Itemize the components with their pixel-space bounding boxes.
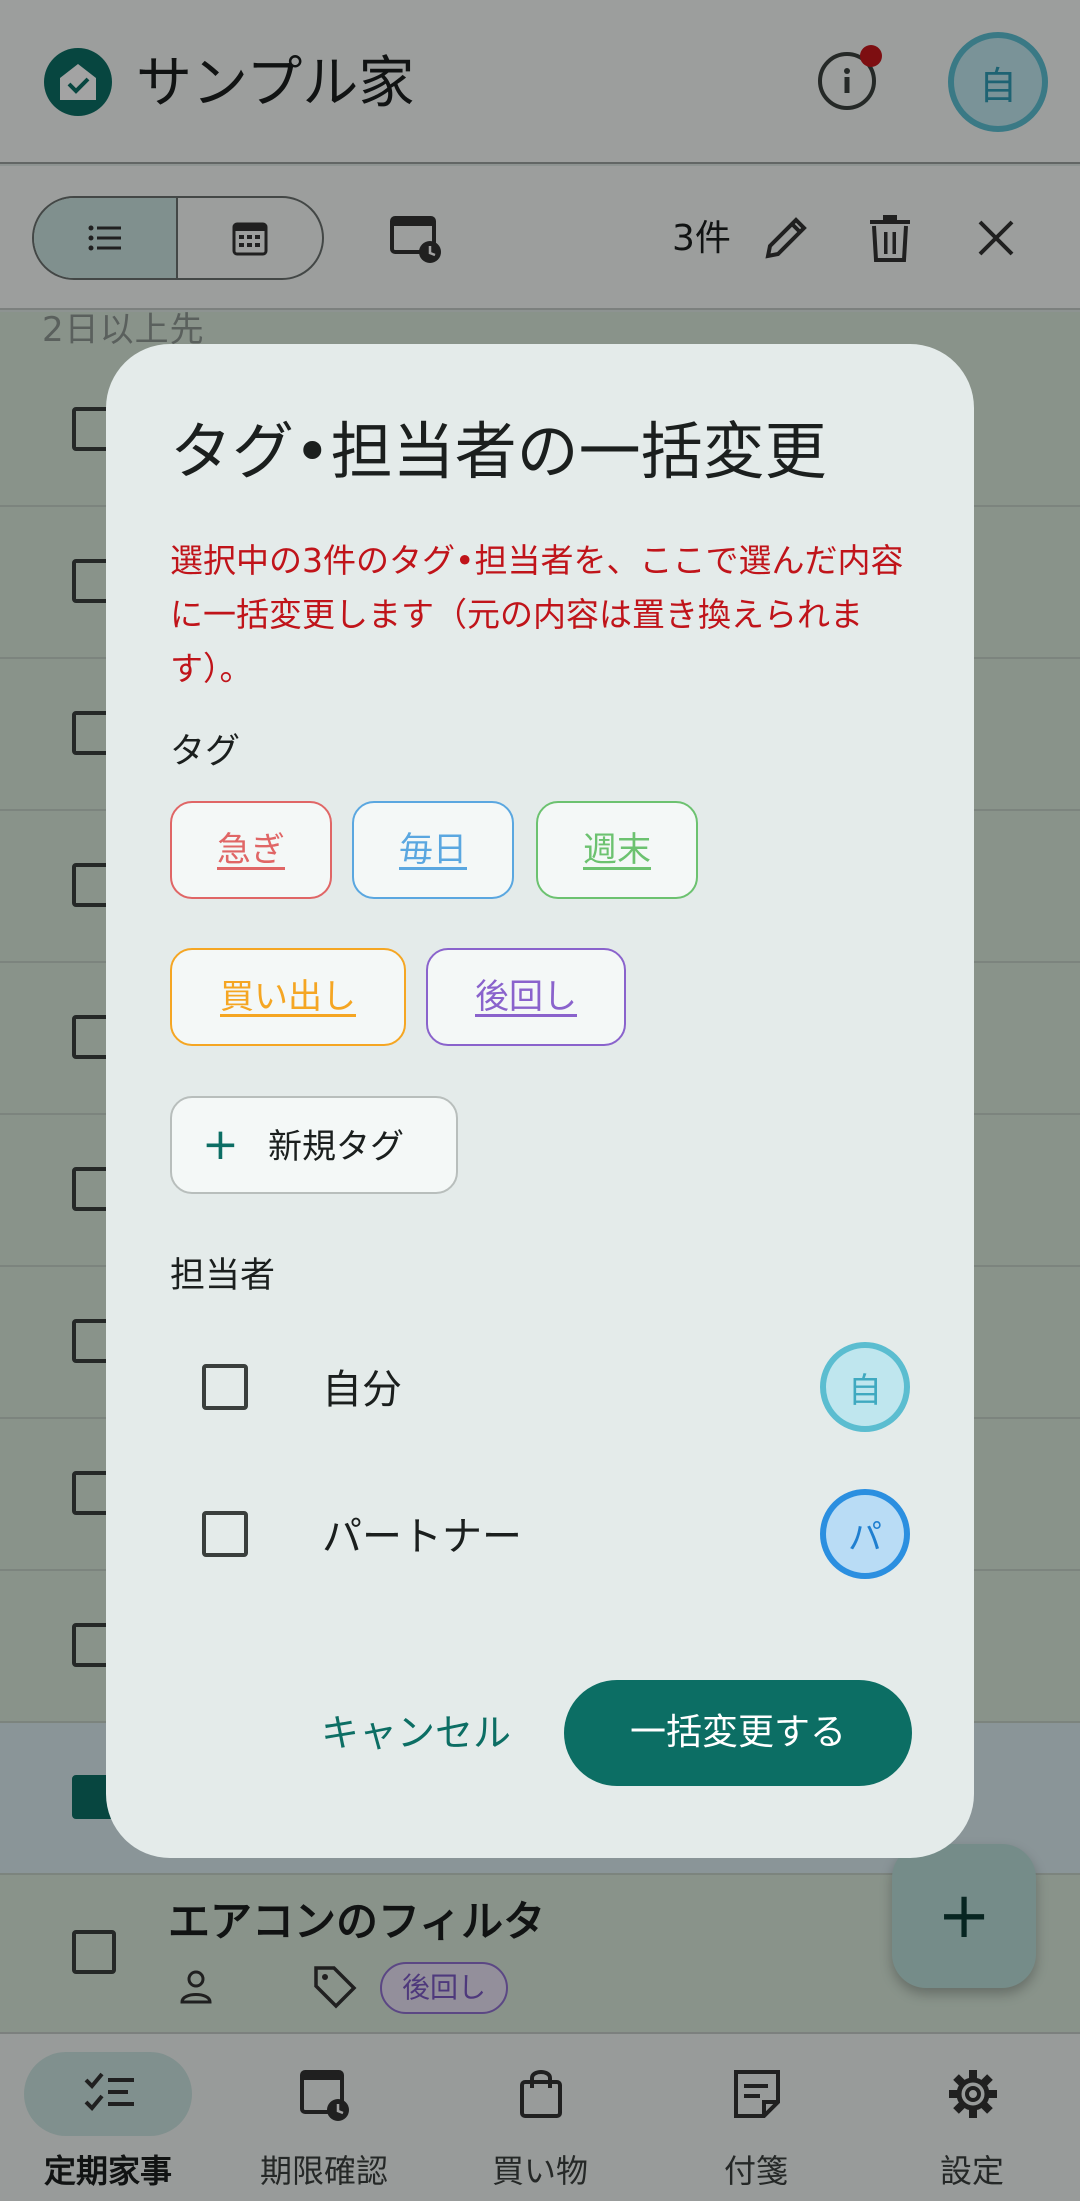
tag-chip-urgent[interactable]: 急ぎ [170,801,332,899]
tag-chip-daily[interactable]: 毎日 [352,801,514,899]
cancel-button[interactable]: キャンセル [306,1704,526,1762]
dialog-warning: 選択中の3件のタグ•担当者を、ここで選んだ内容に一括変更します（元の内容は置き換… [170,541,904,688]
assignee-name: 自分 [322,1367,402,1413]
tag-chip-later[interactable]: 後回し [426,948,626,1046]
assignee-name: パートナー [322,1514,522,1560]
assignee-checkbox[interactable] [202,1511,248,1557]
tag-chip-shopping[interactable]: 買い出し [170,948,406,1046]
assignee-row-partner[interactable]: パートナー パ [170,1481,910,1591]
assignees-label: 担当者 [170,1256,276,1296]
assignee-row-self[interactable]: 自分 自 [170,1334,910,1444]
assignee-avatar: パ [820,1489,910,1579]
apply-bulk-change-button[interactable]: 一括変更する [564,1680,912,1786]
dialog-title: タグ•担当者の一括変更 [170,415,827,488]
assignee-avatar: 自 [820,1342,910,1432]
bulk-edit-dialog: タグ•担当者の一括変更 選択中の3件のタグ•担当者を、ここで選んだ内容に一括変更… [106,344,974,1858]
new-tag-button[interactable]: + 新規タグ [170,1096,458,1194]
tags-label: タグ [170,732,241,772]
assignee-checkbox[interactable] [202,1364,248,1410]
tag-chip-weekend[interactable]: 週末 [536,801,698,899]
plus-icon: + [202,1119,239,1170]
new-tag-label: 新規タグ [268,1127,404,1167]
